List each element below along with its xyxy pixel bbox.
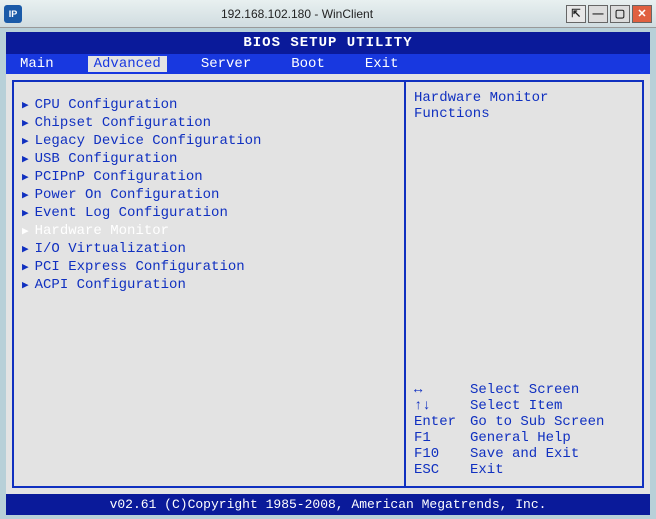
help-key-row: ↑↓ Select Item [414,398,634,414]
item-pcipnp-configuration[interactable]: ▶ PCIPnP Configuration [22,168,396,186]
chevron-right-icon: ▶ [22,170,29,184]
chevron-right-icon: ▶ [22,242,29,256]
chevron-right-icon: ▶ [22,278,29,292]
key-up-down-icon: ↑↓ [414,398,470,414]
item-label: Hardware Monitor [35,223,169,239]
help-key-row: F10 Save and Exit [414,446,634,462]
item-label: Chipset Configuration [35,115,211,131]
right-panel: Hardware Monitor Functions ↔ Select Scre… [404,80,644,488]
key-label: Go to Sub Screen [470,414,604,430]
help-key-row: ESC Exit [414,462,634,478]
key-enter: Enter [414,414,470,430]
window-controls: ⇱ — ▢ ✕ [566,5,652,23]
help-line: Functions [414,106,634,122]
item-label: CPU Configuration [35,97,178,113]
bios-menubar: Main Advanced Server Boot Exit [6,54,650,74]
key-label: Exit [470,462,504,478]
tab-boot[interactable]: Boot [285,56,331,72]
bios-frame: BIOS SETUP UTILITY Main Advanced Server … [6,32,650,515]
window-title: 192.168.102.180 - WinClient [28,7,566,21]
help-keys: ↔ Select Screen ↑↓ Select Item Enter Go … [414,382,634,478]
item-label: PCI Express Configuration [35,259,245,275]
pin-button[interactable]: ⇱ [566,5,586,23]
item-cpu-configuration[interactable]: ▶ CPU Configuration [22,96,396,114]
key-f1: F1 [414,430,470,446]
help-line: Hardware Monitor [414,90,634,106]
chevron-right-icon: ▶ [22,152,29,166]
help-key-row: F1 General Help [414,430,634,446]
bios-footer: v02.61 (C)Copyright 1985-2008, American … [6,494,650,515]
item-chipset-configuration[interactable]: ▶ Chipset Configuration [22,114,396,132]
help-key-row: ↔ Select Screen [414,382,634,398]
item-hardware-monitor[interactable]: ▶ Hardware Monitor [22,222,396,240]
chevron-right-icon: ▶ [22,260,29,274]
close-button[interactable]: ✕ [632,5,652,23]
item-power-on-configuration[interactable]: ▶ Power On Configuration [22,186,396,204]
window-titlebar: IP 192.168.102.180 - WinClient ⇱ — ▢ ✕ [0,0,656,28]
chevron-right-icon: ▶ [22,188,29,202]
bios-body: ▶ CPU Configuration ▶ Chipset Configurat… [6,74,650,494]
item-io-virtualization[interactable]: ▶ I/O Virtualization [22,240,396,258]
key-label: General Help [470,430,571,446]
item-label: USB Configuration [35,151,178,167]
item-label: Power On Configuration [35,187,220,203]
item-event-log-configuration[interactable]: ▶ Event Log Configuration [22,204,396,222]
tab-server[interactable]: Server [195,56,257,72]
help-description: Hardware Monitor Functions [414,90,634,122]
item-pci-express-configuration[interactable]: ▶ PCI Express Configuration [22,258,396,276]
item-label: PCIPnP Configuration [35,169,203,185]
item-label: ACPI Configuration [35,277,186,293]
help-key-row: Enter Go to Sub Screen [414,414,634,430]
item-acpi-configuration[interactable]: ▶ ACPI Configuration [22,276,396,294]
item-label: I/O Virtualization [35,241,186,257]
item-legacy-device-configuration[interactable]: ▶ Legacy Device Configuration [22,132,396,150]
chevron-right-icon: ▶ [22,134,29,148]
app-icon: IP [4,5,22,23]
chevron-right-icon: ▶ [22,206,29,220]
tab-main[interactable]: Main [14,56,60,72]
chevron-right-icon: ▶ [22,98,29,112]
key-esc: ESC [414,462,470,478]
tab-advanced[interactable]: Advanced [88,56,167,72]
key-f10: F10 [414,446,470,462]
maximize-button[interactable]: ▢ [610,5,630,23]
item-label: Legacy Device Configuration [35,133,262,149]
chevron-right-icon: ▶ [22,116,29,130]
bios-header: BIOS SETUP UTILITY [6,32,650,54]
chevron-right-icon: ▶ [22,224,29,238]
item-usb-configuration[interactable]: ▶ USB Configuration [22,150,396,168]
left-panel: ▶ CPU Configuration ▶ Chipset Configurat… [12,80,404,488]
key-left-right-icon: ↔ [414,382,470,398]
key-label: Select Screen [470,382,579,398]
item-label: Event Log Configuration [35,205,228,221]
key-label: Save and Exit [470,446,579,462]
tab-exit[interactable]: Exit [359,56,405,72]
minimize-button[interactable]: — [588,5,608,23]
key-label: Select Item [470,398,562,414]
